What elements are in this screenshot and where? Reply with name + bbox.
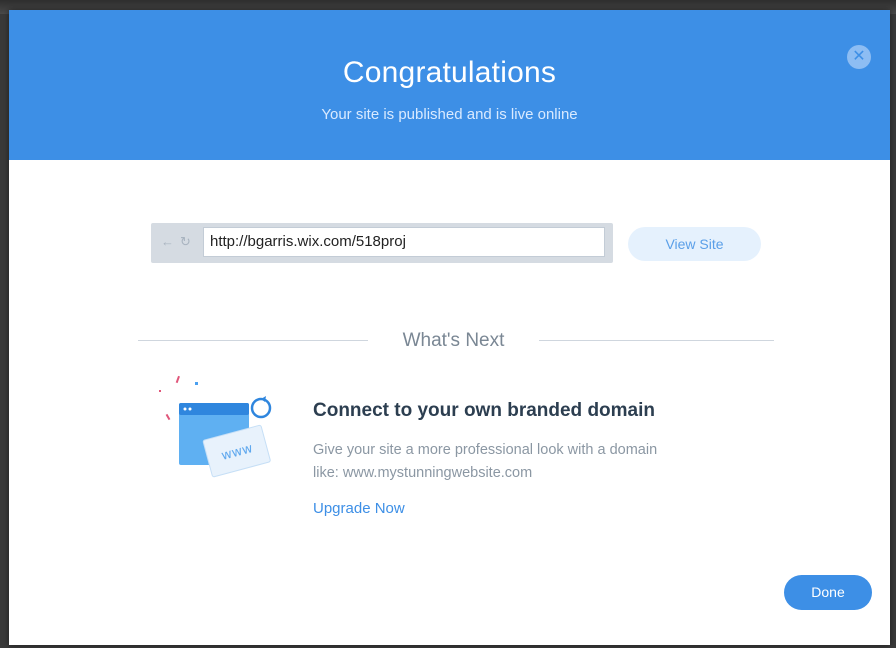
confetti-icon (165, 413, 171, 421)
confetti-icon (159, 390, 161, 392)
promo-description-line: like: www.mystunningwebsite.com (313, 465, 533, 481)
url-nav: ← ↻ (161, 234, 197, 250)
whats-next-heading: What's Next (402, 330, 505, 351)
view-site-button[interactable]: View Site (628, 227, 761, 261)
back-arrow-icon: ← (161, 234, 174, 249)
close-icon[interactable]: ✕ (847, 45, 871, 69)
refresh-circle-icon (250, 397, 272, 419)
promo-description: Give your site a more professional look … (313, 439, 783, 485)
promo-title: Connect to your own branded domain (313, 400, 655, 421)
refresh-icon: ↻ (180, 234, 191, 249)
publish-success-dialog: Congratulations Your site is published a… (9, 10, 890, 645)
dialog-title: Congratulations (342, 56, 557, 89)
divider-left (138, 340, 368, 341)
divider-right (539, 340, 774, 341)
upgrade-now-link[interactable]: Upgrade Now (313, 500, 405, 517)
confetti-icon (195, 382, 198, 385)
browser-domain-icon: www (159, 375, 272, 478)
dialog-header: Congratulations Your site is published a… (9, 10, 890, 160)
done-button[interactable]: Done (784, 575, 872, 610)
site-url-field[interactable]: http://bgarris.wix.com/518proj (203, 227, 605, 257)
site-url-bar: ← ↻ http://bgarris.wix.com/518proj (151, 223, 613, 263)
promo-description-line: Give your site a more professional look … (313, 442, 658, 458)
dialog-subtitle: Your site is published and is live onlin… (321, 106, 578, 123)
confetti-icon (175, 375, 180, 384)
